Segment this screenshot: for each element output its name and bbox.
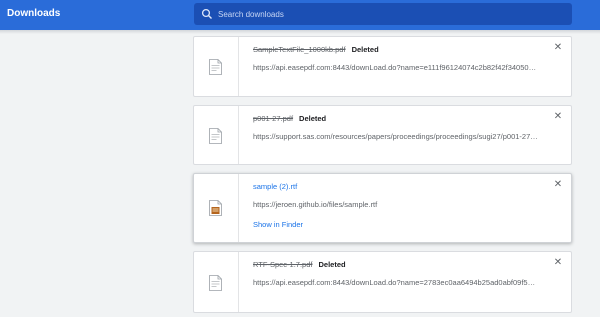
file-icon-column (194, 174, 239, 242)
download-item: sample (2).rtf https://jeroen.github.io/… (193, 173, 572, 243)
file-name: RTF-Spec-1.7.pdf (253, 260, 313, 269)
download-item: RTF-Spec-1.7.pdf Deleted https://api.ease… (193, 251, 572, 313)
pdf-file-icon (209, 275, 222, 291)
status-label: Deleted (299, 114, 327, 123)
source-url[interactable]: https://api.easepdf.com:8443/downLoad.do… (253, 278, 539, 288)
file-icon-column (194, 37, 239, 96)
file-name-link[interactable]: sample (2).rtf (253, 182, 297, 191)
remove-from-list-button[interactable]: ✕ (553, 112, 563, 122)
page-title: Downloads (7, 8, 61, 19)
close-icon: ✕ (553, 179, 563, 190)
source-url[interactable]: https://api.easepdf.com:8443/downLoad.do… (253, 63, 539, 73)
top-toolbar: Downloads (0, 0, 600, 30)
show-in-finder-link[interactable]: Show in Finder (253, 220, 539, 229)
status-label: Deleted (318, 260, 346, 269)
status-label: Deleted (351, 45, 379, 54)
download-item: SampleTextFile_1000kb.pdf Deleted https:/… (193, 36, 572, 97)
file-icon-column (194, 252, 239, 312)
pdf-file-icon (209, 59, 222, 75)
search-icon (201, 8, 212, 19)
close-icon: ✕ (553, 257, 563, 268)
source-url[interactable]: https://support.sas.com/resources/papers… (253, 132, 539, 142)
search-box[interactable] (194, 3, 572, 25)
file-icon-column (194, 106, 239, 164)
search-input[interactable] (218, 6, 558, 22)
remove-from-list-button[interactable]: ✕ (553, 180, 563, 190)
close-icon: ✕ (553, 111, 563, 122)
rtf-file-icon (209, 200, 222, 216)
close-icon: ✕ (553, 42, 563, 53)
file-name: p001-27.pdf (253, 114, 294, 123)
pdf-file-icon (209, 128, 222, 144)
download-item: p001-27.pdf Deleted https://support.sas.c… (193, 105, 572, 165)
toolbar-shadow (0, 30, 600, 34)
remove-from-list-button[interactable]: ✕ (553, 258, 563, 268)
source-url[interactable]: https://jeroen.github.io/files/sample.rt… (253, 200, 539, 210)
file-name: SampleTextFile_1000kb.pdf (253, 45, 346, 54)
remove-from-list-button[interactable]: ✕ (553, 43, 563, 53)
